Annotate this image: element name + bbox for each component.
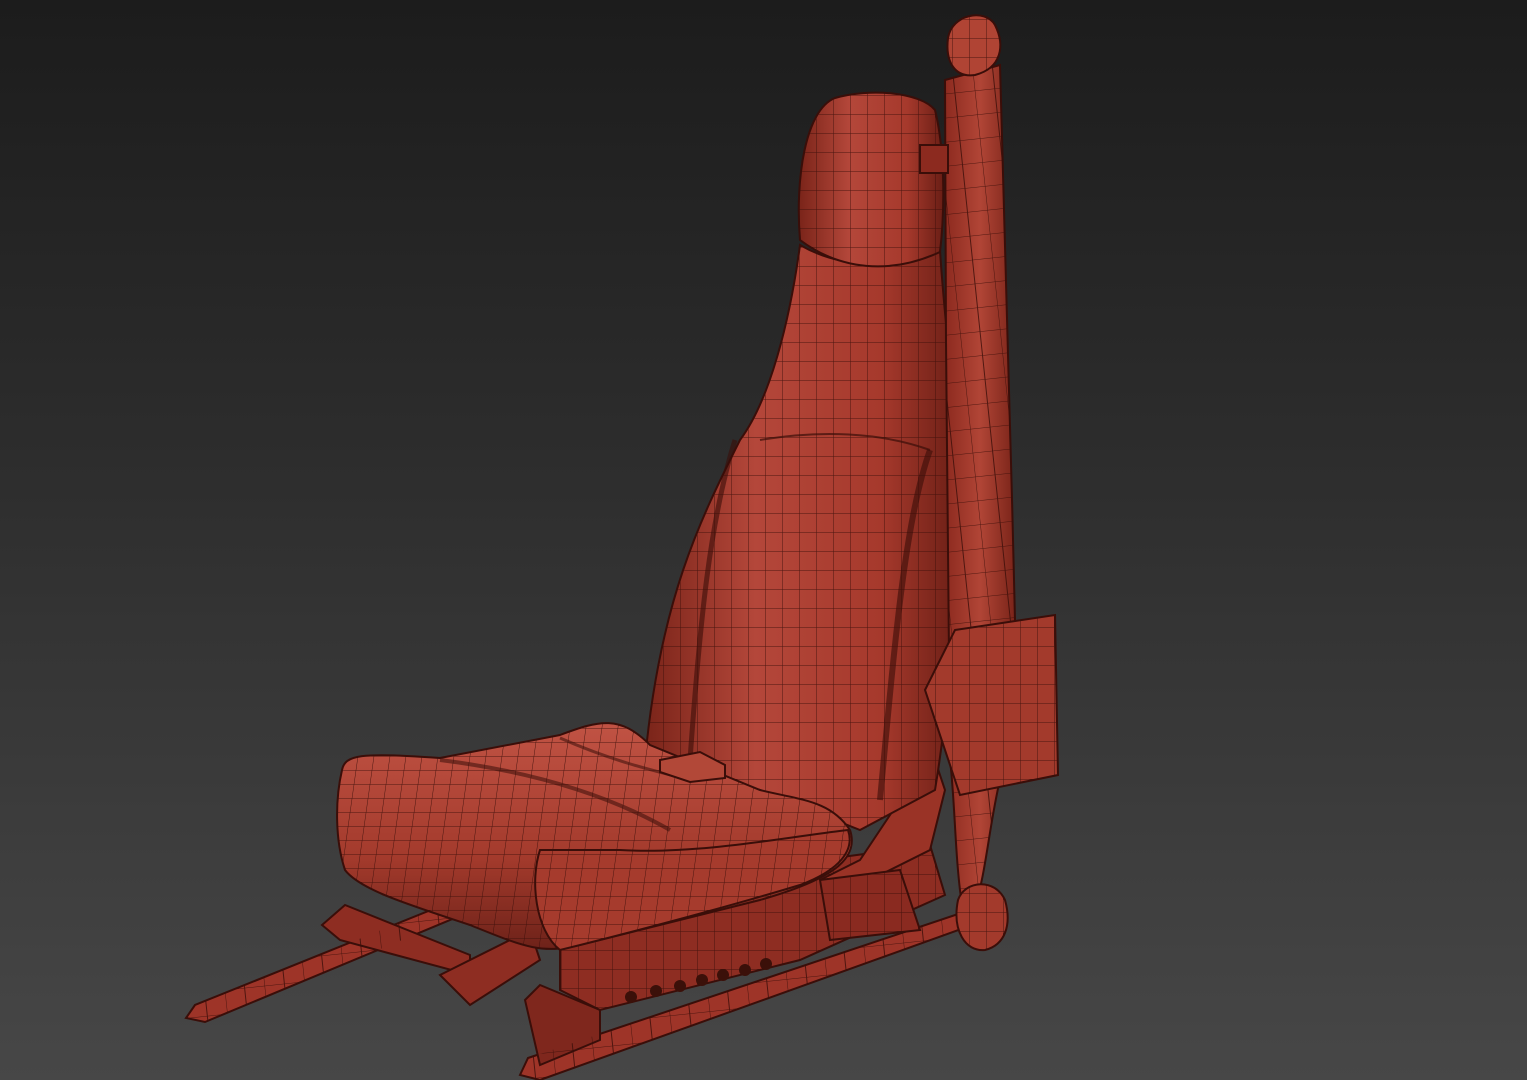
seat-model-wireframe[interactable] — [0, 0, 1527, 1080]
headrest[interactable] — [797, 91, 945, 268]
seatbelt-latch[interactable] — [955, 883, 1009, 952]
backrest[interactable] — [643, 243, 962, 832]
3d-viewport[interactable] — [0, 0, 1527, 1080]
